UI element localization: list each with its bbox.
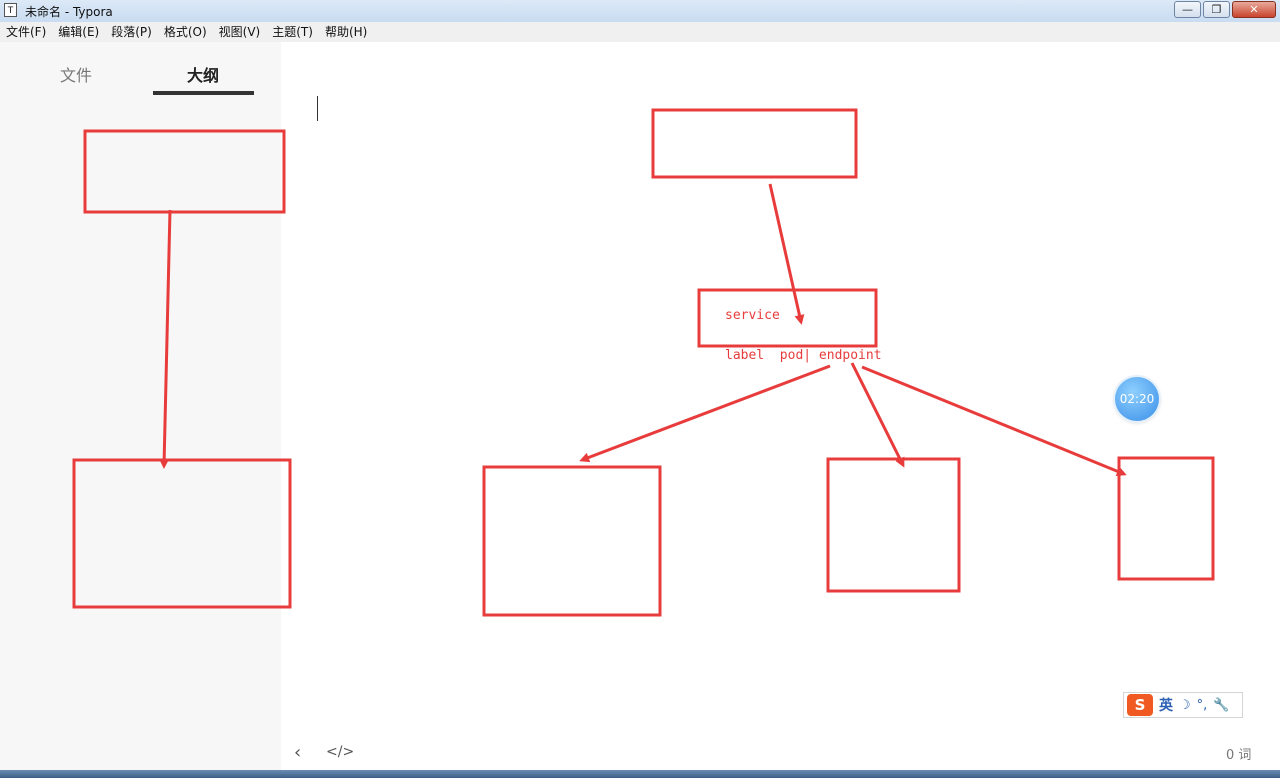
annotation-arrow-sidebar bbox=[159, 209, 172, 469]
punctuation-icon[interactable]: °, bbox=[1197, 698, 1208, 713]
annotation-arrow-to-middle bbox=[850, 362, 905, 468]
annotation-arrow-to-left bbox=[579, 364, 831, 463]
word-count[interactable]: 0 词 bbox=[1226, 744, 1251, 763]
annotation-arrow-to-service bbox=[768, 183, 805, 325]
service-label: service bbox=[725, 308, 780, 323]
taskbar bbox=[0, 770, 1280, 778]
annotation-overlay bbox=[72, 108, 1215, 617]
relation-label: label pod| endpoint bbox=[725, 348, 882, 363]
annotation-box-sidebar-top bbox=[83, 129, 286, 214]
annotation-box-pod-middle bbox=[826, 457, 961, 593]
annotation-box-pod-right bbox=[1117, 456, 1215, 581]
back-icon[interactable]: ‹ bbox=[294, 742, 301, 763]
annotation-box-top bbox=[651, 108, 858, 179]
source-code-icon[interactable]: </> bbox=[326, 744, 354, 760]
moon-icon[interactable]: ☽ bbox=[1179, 698, 1191, 713]
annotation-box-pod-left bbox=[482, 465, 662, 617]
ime-toolbar[interactable]: S 英 ☽ °, 🔧 bbox=[1123, 692, 1243, 718]
timer-bubble[interactable]: 02:20 bbox=[1115, 377, 1159, 421]
sogou-logo-icon[interactable]: S bbox=[1127, 694, 1153, 716]
wrench-icon[interactable]: 🔧 bbox=[1213, 698, 1229, 713]
ime-language-toggle[interactable]: 英 bbox=[1159, 695, 1173, 715]
annotation-box-sidebar-bottom bbox=[72, 458, 292, 609]
